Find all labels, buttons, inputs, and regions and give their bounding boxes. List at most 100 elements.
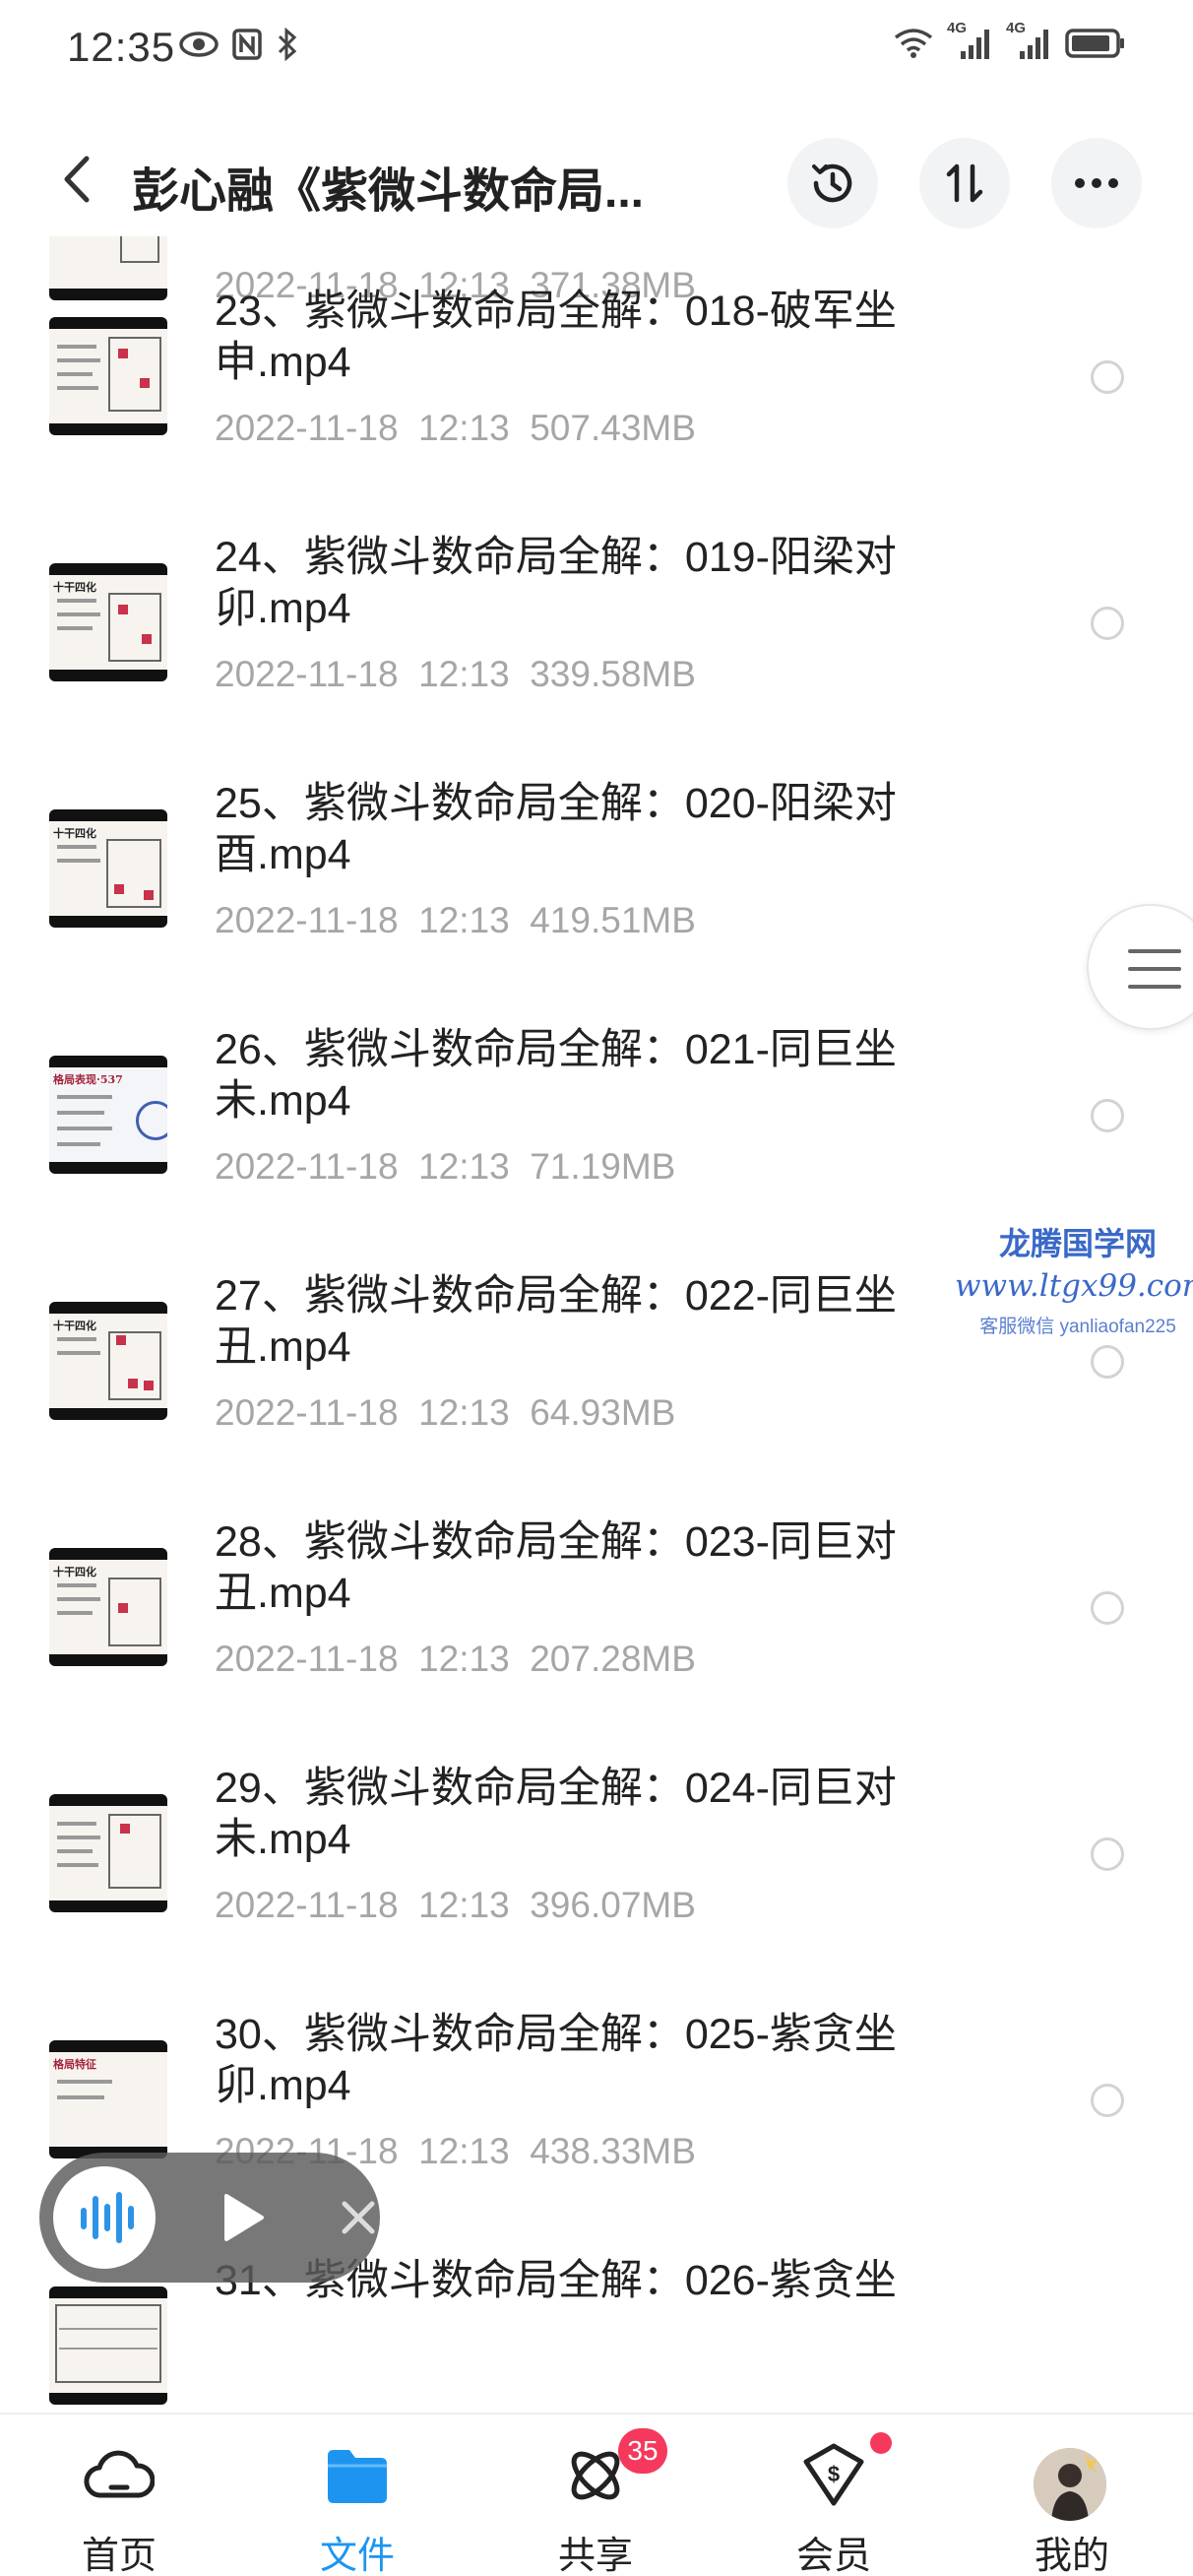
video-thumbnail: 格局表现·537 — [49, 1056, 167, 1174]
file-size: 71.19MB — [530, 1146, 676, 1187]
file-meta: 2022-11-18 12:13 71.19MB — [215, 1146, 675, 1188]
file-name[interactable]: 24、紫微斗数命局全解：019-阳梁对卯.mp4 — [215, 532, 963, 634]
file-size: 64.93MB — [530, 1392, 676, 1433]
video-thumbnail — [49, 317, 167, 435]
file-date: 2022-11-18 12:13 — [215, 1885, 510, 1925]
tab-label: 会员 — [795, 2536, 871, 2576]
tab-label: 首页 — [81, 2536, 157, 2576]
file-row[interactable]: 23、紫微斗数命局全解：018-破军坐申.mp4 2022-11-18 12:1… — [0, 236, 1193, 473]
select-radio[interactable] — [1091, 1837, 1124, 1871]
status-bar: 12:35 4G 4G — [0, 0, 1193, 98]
video-thumbnail: 十干四化 — [49, 563, 167, 681]
file-meta: 2022-11-18 12:13 396.07MB — [215, 1885, 696, 1926]
bluetooth-icon — [278, 28, 297, 61]
file-date: 2022-11-18 12:13 — [215, 1146, 510, 1187]
tab-label: 共享 — [557, 2536, 633, 2576]
history-button[interactable] — [787, 138, 878, 228]
file-date: 2022-11-18 12:13 — [215, 1392, 510, 1433]
thumb-heading: 十干四化 — [53, 827, 96, 840]
sort-button[interactable] — [919, 138, 1010, 228]
more-button[interactable] — [1051, 138, 1142, 228]
file-date: 2022-11-18 12:13 — [215, 408, 510, 448]
select-radio[interactable] — [1091, 2084, 1124, 2117]
vip-notification-dot — [870, 2432, 892, 2454]
tab-share[interactable]: 共享 — [476, 2415, 715, 2576]
file-size: 207.28MB — [530, 1639, 696, 1679]
file-meta: 2022-11-18 12:13 507.43MB — [215, 408, 696, 449]
wifi-icon — [894, 29, 933, 58]
status-icons-left — [179, 28, 299, 61]
network-label: 4G — [1006, 20, 1027, 36]
file-name[interactable]: 29、紫微斗数命局全解：024-同巨对未.mp4 — [215, 1763, 963, 1865]
watermark-title: 龙腾国学网 — [998, 1225, 1157, 1262]
file-row[interactable]: 29、紫微斗数命局全解：024-同巨对未.mp4 2022-11-18 12:1… — [0, 1704, 1193, 1950]
video-thumbnail: 格局特征 — [49, 2040, 167, 2158]
file-row[interactable]: 十干四化 25、紫微斗数命局全解：020-阳梁对酉.mp4 2022-11-18… — [0, 719, 1193, 965]
select-radio[interactable] — [1091, 607, 1124, 640]
file-meta: 2022-11-18 12:13 64.93MB — [215, 1392, 675, 1434]
thumb-heading: 十干四化 — [53, 581, 96, 594]
select-radio[interactable] — [1091, 360, 1124, 394]
history-icon — [812, 163, 852, 203]
back-arrow-icon — [64, 156, 90, 203]
eye-icon — [179, 32, 219, 57]
nfc-icon — [232, 29, 262, 60]
watermark-note: 客服微信 yanliaofan225 — [979, 1317, 1176, 1337]
video-thumbnail: 十干四化 — [49, 809, 167, 928]
file-name[interactable]: 28、紫微斗数命局全解：023-同巨对丑.mp4 — [215, 1516, 963, 1619]
sort-icon — [946, 163, 983, 203]
svg-text:$: $ — [828, 2462, 840, 2486]
file-name[interactable]: 25、紫微斗数命局全解：020-阳梁对酉.mp4 — [215, 778, 963, 880]
tab-label: 文件 — [319, 2536, 395, 2576]
play-icon[interactable] — [213, 2188, 272, 2247]
status-time: 12:35 — [67, 24, 176, 70]
file-size: 507.43MB — [530, 408, 696, 448]
tab-files[interactable]: 文件 — [238, 2415, 476, 2576]
header: 彭心融《紫微斗数命局... — [0, 128, 1193, 236]
network-label: 4G — [947, 20, 968, 36]
file-row[interactable]: 十干四化 24、紫微斗数命局全解：019-阳梁对卯.mp4 2022-11-18… — [0, 473, 1193, 719]
file-size: 339.58MB — [530, 654, 696, 694]
status-icons-right: 4G 4G — [894, 20, 1126, 61]
file-row[interactable]: 格局表现·537 26、紫微斗数命局全解：021-同巨坐未.mp4 2022-1… — [0, 965, 1193, 1211]
battery-icon — [1065, 29, 1124, 58]
file-size: 419.51MB — [530, 900, 696, 940]
video-thumbnail — [49, 2286, 167, 2405]
file-meta: 2022-11-18 12:13 207.28MB — [215, 1639, 696, 1680]
back-button[interactable] — [47, 150, 106, 209]
select-radio[interactable] — [1091, 1345, 1124, 1379]
file-size: 396.07MB — [530, 1885, 696, 1925]
cloud-home-icon — [84, 2450, 155, 2498]
file-date: 2022-11-18 12:13 — [215, 900, 510, 940]
file-date: 2022-11-18 12:13 — [215, 1639, 510, 1679]
file-meta: 2022-11-18 12:13 339.58MB — [215, 654, 696, 695]
thumb-heading: 格局表现·537 — [53, 1073, 123, 1086]
video-thumbnail: 十干四化 — [49, 1302, 167, 1420]
file-size: 438.33MB — [530, 2131, 696, 2171]
thumb-heading: 十干四化 — [53, 1566, 96, 1578]
file-name[interactable]: 23、紫微斗数命局全解：018-破军坐申.mp4 — [215, 286, 963, 388]
folder-icon — [328, 2450, 387, 2503]
thumb-heading: 十干四化 — [53, 1320, 96, 1332]
file-name[interactable]: 27、紫微斗数命局全解：022-同巨坐丑.mp4 — [215, 1270, 963, 1373]
video-thumbnail: 十干四化 — [49, 1548, 167, 1666]
signal-4g-icon: 4G — [1006, 20, 1051, 61]
tab-home[interactable]: 首页 — [0, 2415, 238, 2576]
file-name[interactable]: 30、紫微斗数命局全解：025-紫贪坐卯.mp4 — [215, 2009, 963, 2111]
close-icon[interactable] — [337, 2196, 380, 2239]
file-date: 2022-11-18 12:13 — [215, 654, 510, 694]
vip-shield-icon: $ — [803, 2443, 864, 2506]
thumb-heading: 格局特征 — [53, 2058, 96, 2071]
file-name[interactable]: 26、紫微斗数命局全解：021-同巨坐未.mp4 — [215, 1024, 963, 1127]
file-row[interactable]: 十干四化 28、紫微斗数命局全解：023-同巨对丑.mp4 2022-11-18… — [0, 1457, 1193, 1704]
watermark: 龙腾国学网 www.ltgx99.com 客服微信 yanliaofan225 — [955, 1219, 1193, 1338]
floating-audio-player[interactable] — [39, 2153, 380, 2283]
share-badge: 35 — [618, 2428, 667, 2474]
select-radio[interactable] — [1091, 1591, 1124, 1625]
avatar[interactable] — [1034, 2448, 1106, 2521]
tab-vip[interactable]: $ 会员 — [715, 2415, 953, 2576]
watermark-url: www.ltgx99.com — [955, 1268, 1193, 1304]
audio-wave-icon[interactable] — [53, 2166, 156, 2269]
signal-4g-icon: 4G — [947, 20, 992, 61]
select-radio[interactable] — [1091, 1099, 1124, 1132]
